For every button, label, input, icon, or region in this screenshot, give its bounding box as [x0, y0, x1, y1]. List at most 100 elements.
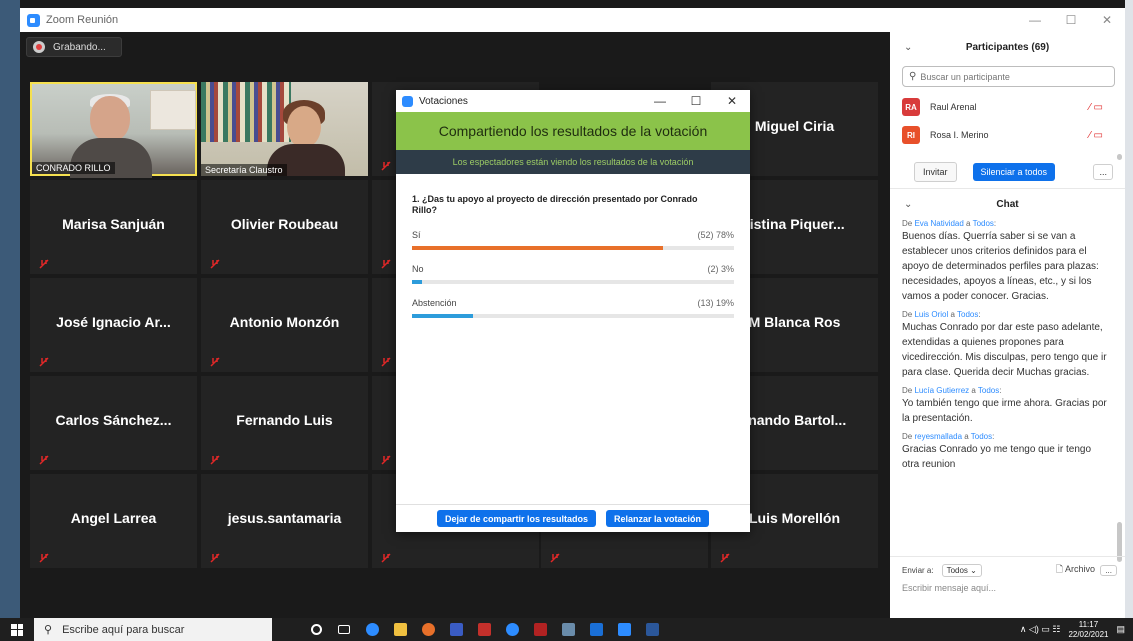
chat-compose: Enviar a: Todos ⌄ 🗋 Archivo ... Escribir… — [890, 556, 1125, 618]
search-input[interactable] — [920, 71, 1101, 82]
send-to-row: Enviar a: Todos ⌄ 🗋 Archivo ... — [890, 557, 1125, 583]
chevron-down-icon[interactable]: ⌄ — [904, 199, 912, 210]
video-shelf — [150, 90, 196, 130]
edge-icon[interactable] — [358, 618, 386, 641]
clock[interactable]: 11:17 22/02/2021 — [1068, 620, 1108, 640]
participant-tile-antonio-monzon[interactable]: Antonio Monzón — [201, 278, 368, 372]
language-icon[interactable] — [442, 618, 470, 641]
participant-tile-jose-ignacio[interactable]: José Ignacio Ar... — [30, 278, 197, 372]
mute-all-button[interactable]: Silenciar a todos — [972, 162, 1056, 181]
word-icon[interactable] — [638, 618, 666, 641]
send-to-dropdown[interactable]: Todos ⌄ — [941, 563, 982, 577]
participants-scrollbar[interactable] — [1117, 154, 1122, 160]
tray-icons[interactable]: ∧ ◁) ▭ ☷ — [1020, 624, 1061, 635]
answer-bar-track — [412, 280, 734, 284]
dialog-titlebar: Votaciones — ☐ ✕ — [396, 90, 750, 112]
zoom-app-icon — [27, 13, 40, 27]
muted-mic-icon — [210, 455, 220, 465]
message-sender: De Lucía Gutierrez a Todos: — [902, 386, 1002, 395]
acrobat-icon[interactable] — [470, 618, 498, 641]
poll-answer: Sí (52) 78% — [412, 230, 734, 250]
screen: Zoom Reunión — ☐ ✕ Grabando... CONRADO R… — [0, 0, 1133, 641]
file-button[interactable]: 🗋 Archivo — [1056, 562, 1095, 578]
answer-bar — [412, 280, 422, 284]
video-tile-conrado[interactable]: CONRADO RILLO — [30, 82, 197, 178]
app-icon[interactable] — [582, 618, 610, 641]
windows-taskbar: ⚲ Escribe aquí para buscar ∧ ◁) ▭ ☷ 11:1… — [0, 618, 1133, 641]
send-to-value: Todos — [946, 565, 968, 575]
sender-name: reyesmallada — [914, 432, 963, 441]
chat-title: Chat — [996, 198, 1019, 210]
chat-more-button[interactable]: ... — [1100, 564, 1117, 576]
clock-time: 11:17 — [1078, 619, 1099, 629]
poll-answer: No (2) 3% — [412, 264, 734, 284]
participant-item[interactable]: RA Raul Arenal ⁄ ▭ — [890, 93, 1125, 121]
side-panel: ⌄ Participantes (69) ⚲ RA Raul Arenal ⁄ … — [890, 32, 1125, 618]
close-button[interactable]: ✕ — [1089, 8, 1125, 32]
video-person-head — [90, 96, 130, 142]
chevron-down-icon[interactable]: ⌄ — [904, 42, 912, 53]
participant-name: Raul Arenal — [930, 102, 977, 112]
dialog-maximize-button[interactable]: ☐ — [678, 90, 714, 112]
calculator-icon[interactable] — [554, 618, 582, 641]
invite-button[interactable]: Invitar — [914, 161, 957, 182]
answer-bar-track — [412, 246, 734, 250]
participant-search[interactable]: ⚲ — [902, 66, 1115, 87]
chat-message: De reyesmallada a Todos: Gracias Conrado… — [902, 432, 1107, 472]
filezilla-icon[interactable] — [526, 618, 554, 641]
muted-mic-icon — [381, 553, 391, 563]
chat-input[interactable]: Escribir mensaje aquí... — [890, 583, 1125, 593]
muted-mic-icon — [381, 161, 391, 171]
participant-name: Olivier Roubeau — [230, 216, 339, 232]
answer-result: (52) 78% — [697, 230, 734, 240]
maximize-button[interactable]: ☐ — [1053, 8, 1089, 32]
window-controls: — ☐ ✕ — [1017, 8, 1125, 32]
sender-name: Lucía Gutierrez — [914, 386, 970, 395]
stop-sharing-results-button[interactable]: Dejar de compartir los resultados — [436, 510, 596, 527]
dialog-minimize-button[interactable]: — — [642, 90, 678, 112]
participant-tile-fernando-luis[interactable]: Fernando Luis — [201, 376, 368, 470]
edge-legacy-icon[interactable] — [498, 618, 526, 641]
participant-item[interactable]: RI Rosa I. Merino ⁄ ▭ — [890, 121, 1125, 149]
notifications-icon[interactable]: ▤ — [1116, 624, 1125, 635]
answer-bar — [412, 246, 664, 250]
windows-logo-icon — [11, 623, 23, 636]
task-view-icon[interactable] — [330, 618, 358, 641]
firefox-icon[interactable] — [414, 618, 442, 641]
file-explorer-icon[interactable] — [386, 618, 414, 641]
recipient-name: Todos — [970, 432, 993, 441]
answer-result: (2) 3% — [707, 264, 734, 274]
viewers-notice: Los espectadores están viendo los result… — [396, 150, 750, 174]
taskbar-apps — [302, 618, 666, 641]
minimize-button[interactable]: — — [1017, 8, 1053, 32]
sharing-banner: Compartiendo los resultados de la votaci… — [396, 112, 750, 150]
participant-name-label: Secretaría Claustro — [201, 164, 287, 176]
relaunch-poll-button[interactable]: Relanzar la votación — [606, 510, 710, 527]
participant-tile-angel-larrea[interactable]: Angel Larrea — [30, 474, 197, 568]
muted-mic-icon — [39, 553, 49, 563]
answer-bar-track — [412, 314, 734, 318]
participant-tile-olivier-roubeau[interactable]: Olivier Roubeau — [201, 180, 368, 274]
participant-tile-jesus-santamaria[interactable]: jesus.santamaria — [201, 474, 368, 568]
recording-indicator[interactable]: Grabando... — [26, 37, 122, 57]
participant-name: Fernando Luis — [236, 412, 333, 428]
taskbar-search[interactable]: ⚲ Escribe aquí para buscar — [34, 618, 272, 641]
start-button[interactable] — [0, 618, 34, 641]
system-tray: ∧ ◁) ▭ ☷ 11:17 22/02/2021 ▤ — [1020, 618, 1133, 641]
recipient-name: Todos — [957, 310, 979, 319]
participant-tile-carlos-sanchez[interactable]: Carlos Sánchez... — [30, 376, 197, 470]
participant-name: Marisa Sanjuán — [62, 216, 165, 232]
muted-mic-video-off-icon: ⁄ ▭ — [1089, 129, 1103, 141]
zoom-taskbar-icon[interactable] — [610, 618, 638, 641]
sender-name: Luis Oriol — [914, 310, 949, 319]
participant-tile-marisa-sanjuan[interactable]: Marisa Sanjuán — [30, 180, 197, 274]
muted-mic-icon — [39, 259, 49, 269]
video-person-head — [287, 106, 321, 148]
message-sender: De Luis Oriol a Todos: — [902, 310, 981, 319]
video-tile-secretaria[interactable]: Secretaría Claustro — [201, 82, 368, 176]
dialog-close-button[interactable]: ✕ — [714, 90, 750, 112]
search-icon: ⚲ — [44, 624, 53, 636]
cortana-icon[interactable] — [302, 618, 330, 641]
more-options-button[interactable]: ... — [1093, 163, 1113, 180]
taskbar-search-placeholder: Escribe aquí para buscar — [62, 623, 185, 636]
